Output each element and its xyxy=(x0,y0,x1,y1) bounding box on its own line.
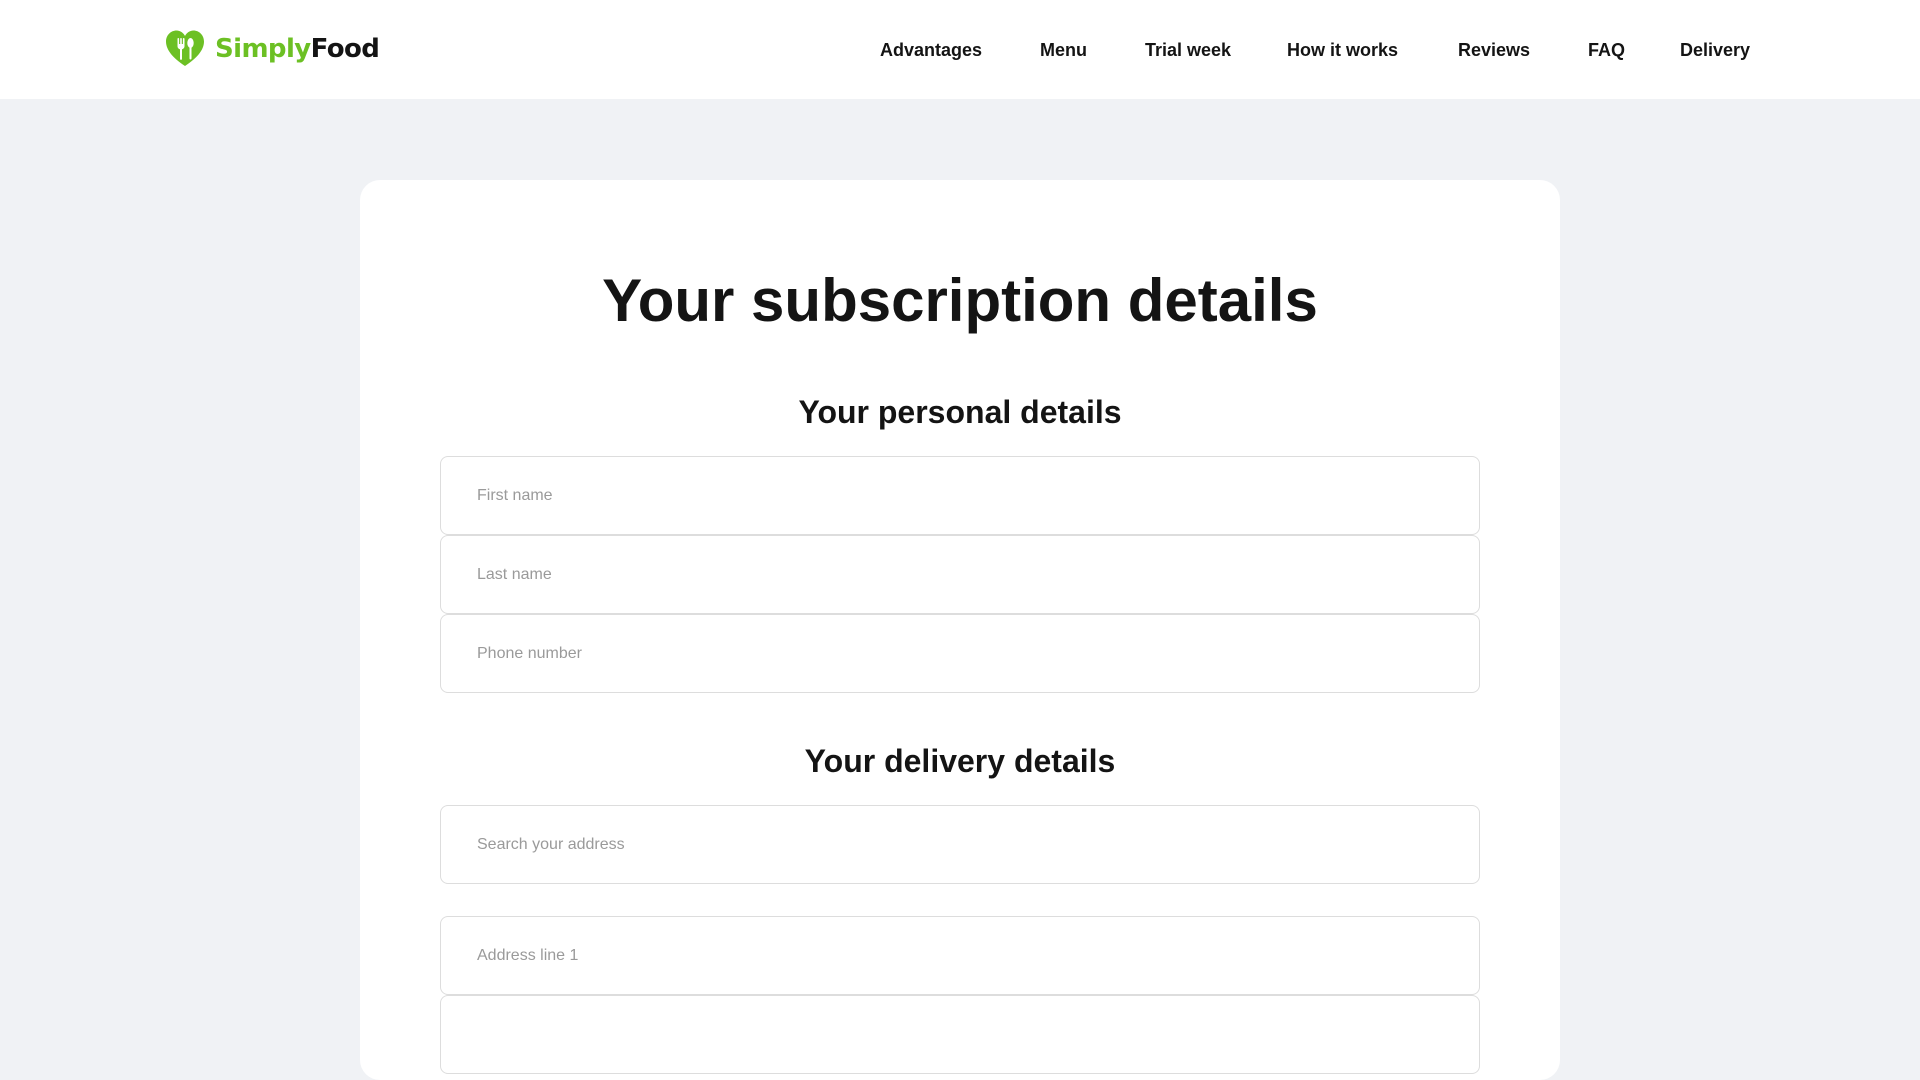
nav-how-it-works[interactable]: How it works xyxy=(1287,37,1398,63)
nav-advantages[interactable]: Advantages xyxy=(880,37,982,63)
delivery-details-heading: Your delivery details xyxy=(804,743,1116,779)
site-header: SimplyFood Advantages Menu Trial week Ho… xyxy=(0,0,1920,99)
nav-reviews[interactable]: Reviews xyxy=(1458,37,1530,63)
nav-trial-week[interactable]: Trial week xyxy=(1145,37,1231,63)
subscription-form-card: Your subscription details Your personal … xyxy=(360,180,1560,1080)
brand-logo[interactable]: SimplyFood xyxy=(165,28,380,70)
nav-faq[interactable]: FAQ xyxy=(1588,37,1625,63)
phone-number-input[interactable] xyxy=(440,614,1480,693)
nav-delivery[interactable]: Delivery xyxy=(1680,37,1750,63)
address-line-1-input[interactable] xyxy=(440,916,1480,995)
personal-details-heading: Your personal details xyxy=(798,394,1122,430)
address-line-2-input[interactable] xyxy=(440,995,1480,1074)
last-name-input[interactable] xyxy=(440,535,1480,614)
brand-name-part2: Food xyxy=(310,34,380,64)
first-name-input[interactable] xyxy=(440,456,1480,535)
heart-fork-spoon-icon xyxy=(166,30,204,66)
address-search-input[interactable] xyxy=(440,805,1480,884)
page-title: Your subscription details xyxy=(602,267,1318,334)
brand-name: SimplyFood xyxy=(215,34,380,64)
nav-menu[interactable]: Menu xyxy=(1040,37,1087,63)
brand-name-part1: Simply xyxy=(215,34,311,64)
